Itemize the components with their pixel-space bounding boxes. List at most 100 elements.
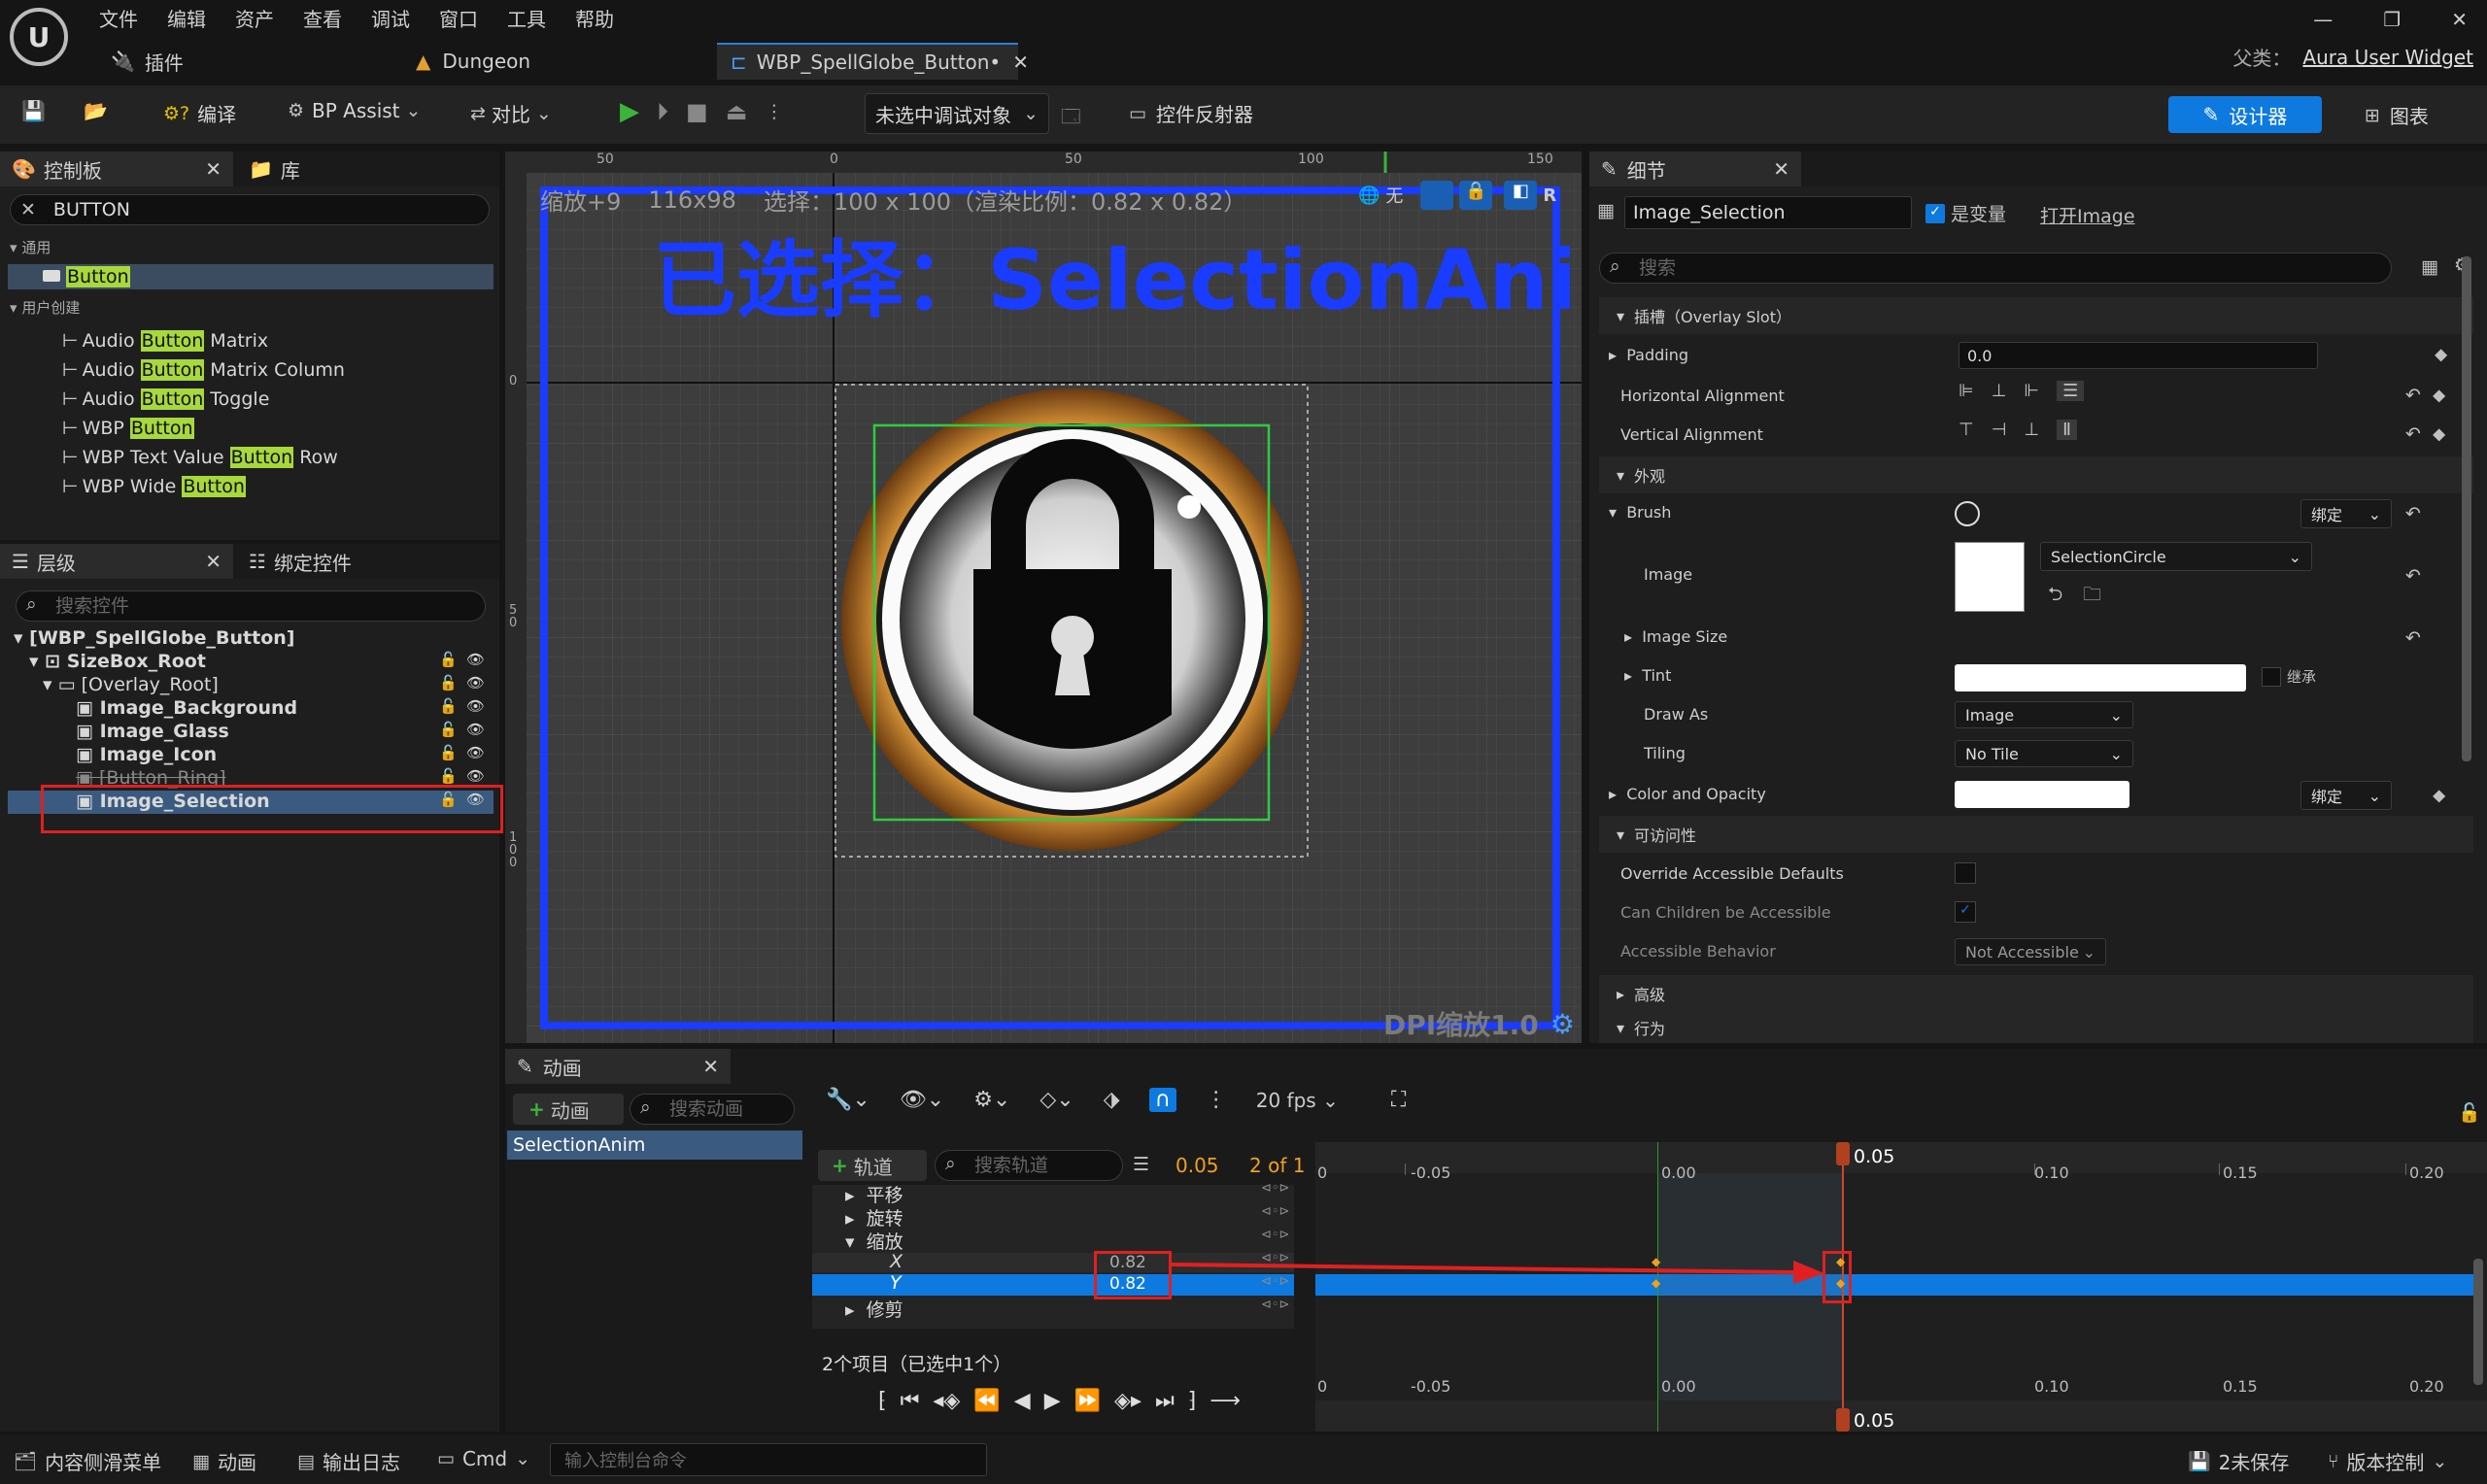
menu-debug[interactable]: 调试 — [371, 4, 410, 33]
section-accessibility[interactable]: ▾ 可访问性 — [1599, 816, 2473, 853]
track-clip[interactable]: ▸ 修剪 — [845, 1296, 903, 1322]
designer-mode-button[interactable]: ✎ 设计器 — [2168, 96, 2322, 133]
step-back-icon[interactable]: ◂◈ — [933, 1389, 960, 1413]
menu-asset[interactable]: 资产 — [235, 4, 274, 33]
localization-label[interactable]: 无 — [1385, 183, 1403, 208]
menu-window[interactable]: 窗口 — [439, 4, 478, 33]
menu-tools[interactable]: 工具 — [507, 4, 546, 33]
play-icon[interactable]: ▶ — [620, 97, 639, 126]
override-checkbox[interactable] — [1955, 862, 1976, 884]
brush-row[interactable]: ▾ Brush — [1609, 503, 1671, 522]
tab-plugins[interactable]: 🔌 插件 — [97, 43, 197, 80]
restore-icon[interactable]: ❐ — [2383, 8, 2401, 31]
go-end-icon[interactable]: ⁆ — [1188, 1389, 1197, 1413]
lock-icon[interactable]: 🔓 — [439, 651, 458, 668]
visibility-icon[interactable]: 👁 — [466, 651, 485, 668]
console-input[interactable]: 输入控制台命令 — [550, 1443, 987, 1476]
padding-row[interactable]: ▸ Padding — [1609, 346, 1688, 364]
play-icon[interactable]: ▶ — [1044, 1389, 1061, 1413]
key-nav-icon[interactable]: ⊲◦⊳ — [1261, 1200, 1289, 1224]
align-right-icon[interactable]: ⊩ — [2024, 381, 2039, 401]
widget-name-input[interactable]: Image_Selection — [1624, 196, 1912, 229]
palette-item-button[interactable]: Button — [8, 264, 494, 289]
align-center-icon[interactable]: ⊥ — [1992, 381, 2007, 401]
visibility-icon[interactable]: 👁 — [466, 697, 485, 715]
browse-asset-icon[interactable]: 🗀 — [2083, 581, 2101, 612]
loop-icon[interactable]: ⟶ — [1209, 1389, 1241, 1413]
step-forward-icon[interactable]: ◈▸ — [1114, 1389, 1141, 1413]
playhead-handle[interactable] — [1836, 1142, 1850, 1165]
clear-icon[interactable]: ✕ — [20, 199, 36, 220]
tree-root[interactable]: ▾ [WBP_SpellGlobe_Button] — [14, 627, 295, 649]
palette-item-user-widget[interactable]: ⊢ Audio Button Matrix Column — [62, 359, 345, 381]
image-asset-dropdown[interactable]: SelectionCircle ⌄ — [2040, 542, 2312, 571]
tree-sizebox[interactable]: ▾ ⊡ SizeBox_Root — [29, 651, 206, 672]
bp-assist-button[interactable]: ⚙ BP Assist ⌄ — [288, 99, 421, 122]
fps-dropdown[interactable]: 20 fps ⌄ — [1256, 1089, 1339, 1112]
hierarchy-search-input[interactable]: ⌕ 搜索控件 — [16, 590, 486, 622]
minimize-icon[interactable]: — — [2313, 8, 2333, 31]
color-opacity-swatch[interactable] — [1955, 781, 2129, 808]
next-key-icon[interactable]: ⏭ — [1155, 1389, 1175, 1413]
lock-icon[interactable]: 🔓 — [439, 721, 458, 738]
add-animation-button[interactable]: + 动画 — [513, 1094, 624, 1125]
key-nav-icon[interactable]: ⊲◦⊳ — [1261, 1294, 1289, 1317]
tab-palette[interactable]: 🎨 控制板 ✕ — [0, 152, 233, 186]
palette-item-user-widget[interactable]: ⊢ WBP Wide Button — [62, 476, 246, 497]
timeline-scrollbar[interactable] — [2473, 1259, 2483, 1385]
unsaved-button[interactable]: 💾 2未保存 — [2188, 1447, 2289, 1475]
brush-bind-dropdown[interactable]: 绑定 ⌄ — [2300, 499, 2392, 528]
section-behavior[interactable]: ▾ 行为 — [1599, 1012, 2473, 1043]
track-rotation[interactable]: ▸ 旋转 — [845, 1204, 903, 1231]
tiling-dropdown[interactable]: No Tile ⌄ — [1955, 740, 2133, 767]
close-icon[interactable]: ✕ — [1012, 51, 1029, 74]
section-appearance[interactable]: ▾ 外观 — [1599, 456, 2473, 493]
source-control-button[interactable]: ⑂ 版本控制 ⌄ — [2328, 1447, 2447, 1475]
globe-icon[interactable]: 🌐 — [1358, 186, 1380, 206]
layout-icon[interactable]: ◧ — [1504, 181, 1538, 210]
color-opacity-row[interactable]: ▸ Color and Opacity — [1609, 785, 1766, 803]
tree-overlay[interactable]: ▾ ▭ [Overlay_Root] — [43, 674, 219, 695]
more-icon[interactable]: ⋮ — [765, 101, 783, 122]
step-icon[interactable]: ⏵ — [657, 98, 668, 125]
output-log-button[interactable]: ▤ 输出日志 — [297, 1447, 400, 1475]
tab-wbp[interactable]: ⊏ WBP_SpellGlobe_Button• ✕ — [717, 43, 1029, 80]
widget-reflector-button[interactable]: ▭ 控件反射器 — [1129, 99, 1253, 127]
play-reverse-icon[interactable]: ◀ — [1014, 1389, 1031, 1413]
prev-key-icon[interactable]: ⏮ — [901, 1389, 920, 1413]
key-nav-icon[interactable]: ⊲◦⊳ — [1261, 1177, 1289, 1200]
prev-frame-icon[interactable]: ⏪ — [973, 1389, 1000, 1413]
parent-class-link[interactable]: Aura User Widget — [2302, 46, 2473, 69]
lock-icon[interactable]: 🔓 — [439, 744, 458, 761]
browse-icon[interactable]: 📂 — [84, 99, 108, 122]
reset-icon[interactable]: ↶ — [2405, 565, 2421, 587]
category-common[interactable]: ▾ 通用 — [10, 237, 51, 257]
gear-icon[interactable]: ⚙ — [1550, 1008, 1575, 1040]
playhead-handle-bottom[interactable] — [1836, 1408, 1850, 1432]
reset-icon[interactable]: ↶ — [2405, 627, 2421, 649]
align-top-icon[interactable]: ⊤ — [1959, 420, 1974, 440]
tab-dungeon[interactable]: ▲ Dungeon — [402, 43, 544, 80]
section-advanced[interactable]: ▸ 高级 — [1599, 975, 2473, 1012]
align-vfill-icon[interactable]: Ⅱ — [2057, 420, 2077, 440]
eye-icon[interactable]: 👁⌄ — [900, 1088, 944, 1112]
track-translation[interactable]: ▸ 平移 — [845, 1181, 903, 1207]
visibility-icon[interactable]: 👁 — [466, 767, 485, 785]
tint-row[interactable]: ▸ Tint — [1624, 666, 1671, 685]
align-bottom-icon[interactable]: ⊥ — [2024, 420, 2039, 440]
menu-help[interactable]: 帮助 — [575, 4, 614, 33]
children-access-checkbox[interactable]: ✓ — [1955, 901, 1976, 923]
details-search-input[interactable]: ⌕ 搜索 — [1599, 253, 2392, 284]
visibility-icon[interactable]: 👁 — [466, 721, 485, 738]
go-start-icon[interactable]: ⁅ — [878, 1389, 887, 1413]
anim-drawer-button[interactable]: ▦ 动画 — [192, 1447, 256, 1475]
is-variable-checkbox[interactable]: ✓ 是变量 — [1925, 200, 2006, 226]
lock-icon[interactable]: 🔒 — [1459, 181, 1493, 210]
keyframe-icon[interactable]: ◇⌄ — [1039, 1088, 1073, 1112]
image-thumbnail[interactable] — [1955, 542, 2025, 612]
pin-icon[interactable]: ⬥ — [2433, 785, 2445, 806]
lock-icon[interactable]: 🔓 — [439, 697, 458, 715]
image-size-row[interactable]: ▸ Image Size — [1624, 627, 1727, 646]
palette-item-user-widget[interactable]: ⊢ WBP Button — [62, 418, 194, 439]
current-time-field[interactable]: 0.05 — [1175, 1154, 1219, 1177]
